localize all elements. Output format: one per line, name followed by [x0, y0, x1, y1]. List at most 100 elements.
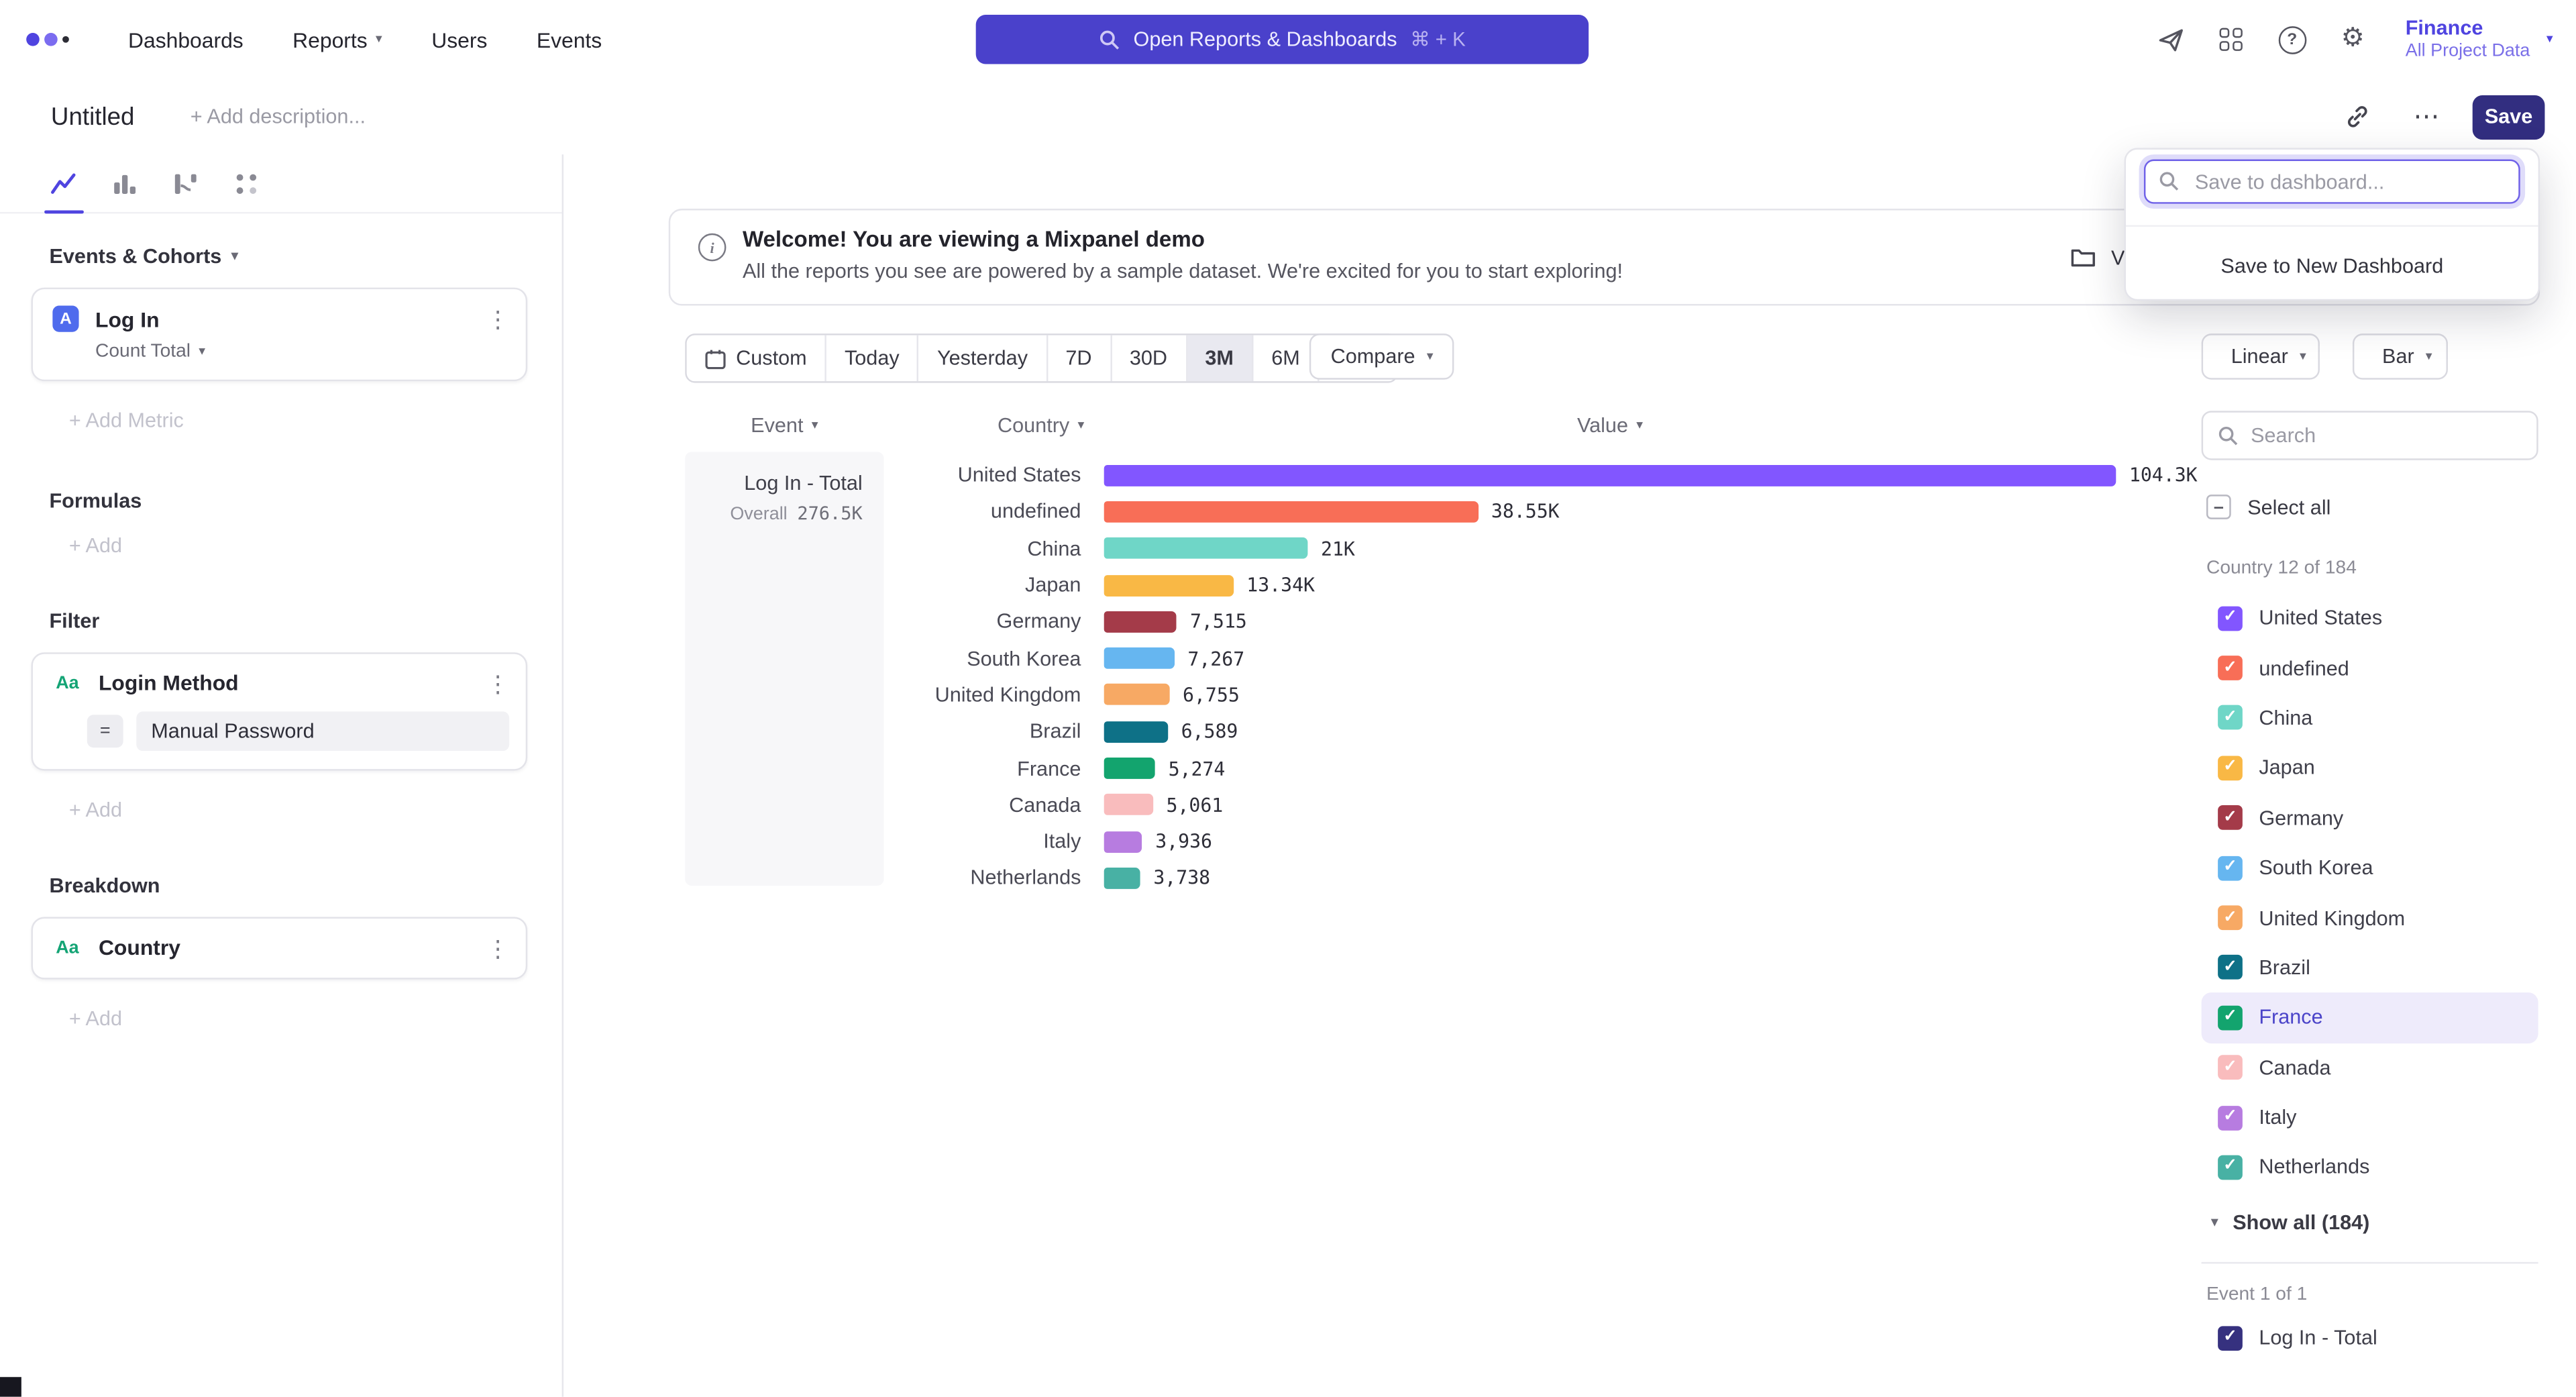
bar[interactable]: [1104, 648, 1175, 669]
value-column-header[interactable]: Value▾: [1104, 414, 2116, 437]
apps-grid-icon[interactable]: [2216, 25, 2246, 54]
insights-tab[interactable]: [49, 169, 78, 199]
segment-search-input[interactable]: Search: [2202, 411, 2538, 460]
checkbox-checked[interactable]: ✓: [2218, 756, 2243, 780]
country-row[interactable]: ✓China: [2202, 693, 2538, 743]
country-row[interactable]: ✓Brazil: [2202, 943, 2538, 992]
funnels-tab[interactable]: [110, 169, 140, 199]
country-row[interactable]: ✓Japan: [2202, 743, 2538, 792]
checkbox-checked[interactable]: ✓: [2218, 1005, 2243, 1030]
events-cohorts-header[interactable]: Events & Cohorts ▾: [49, 245, 561, 268]
report-title[interactable]: Untitled: [51, 103, 135, 131]
bar[interactable]: [1104, 501, 1479, 523]
aggregation-selector[interactable]: Count Total ▾: [95, 342, 509, 361]
bar[interactable]: [1104, 611, 1177, 633]
add-breakdown-button[interactable]: + Add: [69, 1007, 562, 1030]
bar[interactable]: [1104, 868, 1140, 889]
checkbox-checked[interactable]: ✓: [2218, 806, 2243, 831]
compare-button[interactable]: Compare ▾: [1309, 333, 1455, 380]
checkbox-checked[interactable]: ✓: [2218, 706, 2243, 731]
country-row[interactable]: ✓United Kingdom: [2202, 893, 2538, 943]
value-header-label: Value: [1577, 414, 1628, 437]
add-metric-button[interactable]: + Add Metric: [69, 409, 562, 432]
add-formula-button[interactable]: + Add: [69, 534, 562, 557]
retention-tab[interactable]: [231, 169, 261, 199]
bar[interactable]: [1104, 721, 1168, 742]
checkbox-checked[interactable]: ✓: [2218, 1105, 2243, 1130]
metric-name[interactable]: Log In: [95, 307, 470, 331]
checkbox-checked[interactable]: ✓: [2218, 905, 2243, 930]
bar[interactable]: [1104, 794, 1153, 816]
range-yesterday-button[interactable]: Yesterday: [919, 335, 1047, 382]
view-boards-button[interactable]: V: [2070, 234, 2125, 282]
more-options-button[interactable]: ⋯: [2404, 94, 2450, 140]
range-today-button[interactable]: Today: [826, 335, 919, 382]
bar-value: 5,061: [1166, 793, 1223, 816]
checkbox-checked[interactable]: ✓: [2218, 856, 2243, 880]
country-row-highlighted[interactable]: ✓France: [2202, 992, 2538, 1042]
project-selector[interactable]: Finance All Project Data ▾: [2406, 16, 2553, 62]
breakdown-menu-button[interactable]: ⋮: [486, 936, 509, 959]
country-row[interactable]: ✓undefined: [2202, 643, 2538, 693]
save-dashboard-search-input[interactable]: [2192, 168, 2518, 195]
bar[interactable]: [1104, 464, 2116, 486]
filter-menu-button[interactable]: ⋮: [486, 671, 509, 694]
breakdown-property-name[interactable]: Country: [99, 935, 470, 960]
paper-plane-icon[interactable]: [2155, 25, 2185, 54]
global-search-button[interactable]: Open Reports & Dashboards ⌘ + K: [976, 15, 1589, 64]
settings-gear-icon[interactable]: ⚙: [2338, 25, 2367, 54]
country-row[interactable]: ✓ South Korea: [2202, 843, 2538, 892]
nav-users[interactable]: Users: [431, 27, 487, 52]
metric-card[interactable]: A Log In ⋮ Count Total ▾: [32, 288, 528, 382]
range-30d-button[interactable]: 30D: [1112, 335, 1187, 382]
country-label: South Korea: [2259, 856, 2373, 879]
line-type-selector[interactable]: Linear ▾: [2202, 333, 2320, 380]
filter-operator[interactable]: =: [87, 715, 123, 747]
country-row[interactable]: ✓Germany: [2202, 793, 2538, 843]
checkbox-checked[interactable]: ✓: [2218, 1055, 2243, 1080]
save-to-new-dashboard-item[interactable]: Save to New Dashboard: [2126, 242, 2538, 291]
checkbox-checked[interactable]: ✓: [2218, 606, 2243, 631]
bar[interactable]: [1104, 831, 1142, 852]
copy-link-icon[interactable]: [2334, 94, 2381, 140]
nav-dashboards[interactable]: Dashboards: [128, 27, 244, 52]
filter-property-name[interactable]: Login Method: [99, 670, 470, 695]
country-row[interactable]: ✓Netherlands: [2202, 1143, 2538, 1192]
select-all-checkbox[interactable]: –: [2206, 495, 2231, 519]
show-all-button[interactable]: ▾ Show all (184): [2211, 1210, 2538, 1233]
bar[interactable]: [1104, 537, 1308, 559]
filter-value-input[interactable]: Manual Password: [136, 711, 509, 751]
country-row[interactable]: ✓Italy: [2202, 1092, 2538, 1142]
add-description[interactable]: + Add description...: [191, 105, 366, 128]
country-row[interactable]: ✓United States: [2202, 593, 2538, 643]
save-button[interactable]: Save: [2473, 95, 2545, 139]
add-filter-button[interactable]: + Add: [69, 798, 562, 821]
bar-label: Germany: [897, 610, 1081, 633]
checkbox-checked[interactable]: ✓: [2218, 656, 2243, 680]
event-summary-cell[interactable]: Log In - Total Overall276.5K: [685, 452, 883, 886]
checkbox-checked[interactable]: ✓: [2218, 955, 2243, 980]
nav-events[interactable]: Events: [537, 27, 602, 52]
bar[interactable]: [1104, 758, 1155, 779]
breakdown-card[interactable]: Aa Country ⋮: [32, 917, 528, 980]
select-all-row[interactable]: – Select all: [2206, 495, 2538, 519]
bar[interactable]: [1104, 574, 1234, 596]
flows-tab[interactable]: [171, 169, 201, 199]
event-column-header[interactable]: Event▾: [685, 414, 883, 437]
range-7d-button[interactable]: 7D: [1047, 335, 1111, 382]
country-column-header[interactable]: Country▾: [897, 414, 1084, 437]
range-custom-button[interactable]: Custom: [687, 335, 826, 382]
checkbox-checked[interactable]: ✓: [2218, 1155, 2243, 1180]
filter-card[interactable]: Aa Login Method ⋮ = Manual Password: [32, 652, 528, 770]
metric-menu-button[interactable]: ⋮: [486, 307, 509, 330]
nav-reports[interactable]: Reports▾: [292, 27, 382, 52]
event-checkbox[interactable]: ✓: [2218, 1326, 2243, 1351]
chart-type-selector[interactable]: Bar ▾: [2353, 333, 2448, 380]
bar[interactable]: [1104, 684, 1170, 706]
mixpanel-logo-icon[interactable]: [26, 33, 82, 46]
help-icon[interactable]: ?: [2277, 25, 2307, 54]
country-row[interactable]: ✓Canada: [2202, 1043, 2538, 1092]
range-3m-button[interactable]: 3M: [1187, 335, 1253, 382]
save-dashboard-search[interactable]: [2144, 160, 2520, 204]
event-series-row[interactable]: ✓ Log In - Total: [2218, 1326, 2538, 1351]
